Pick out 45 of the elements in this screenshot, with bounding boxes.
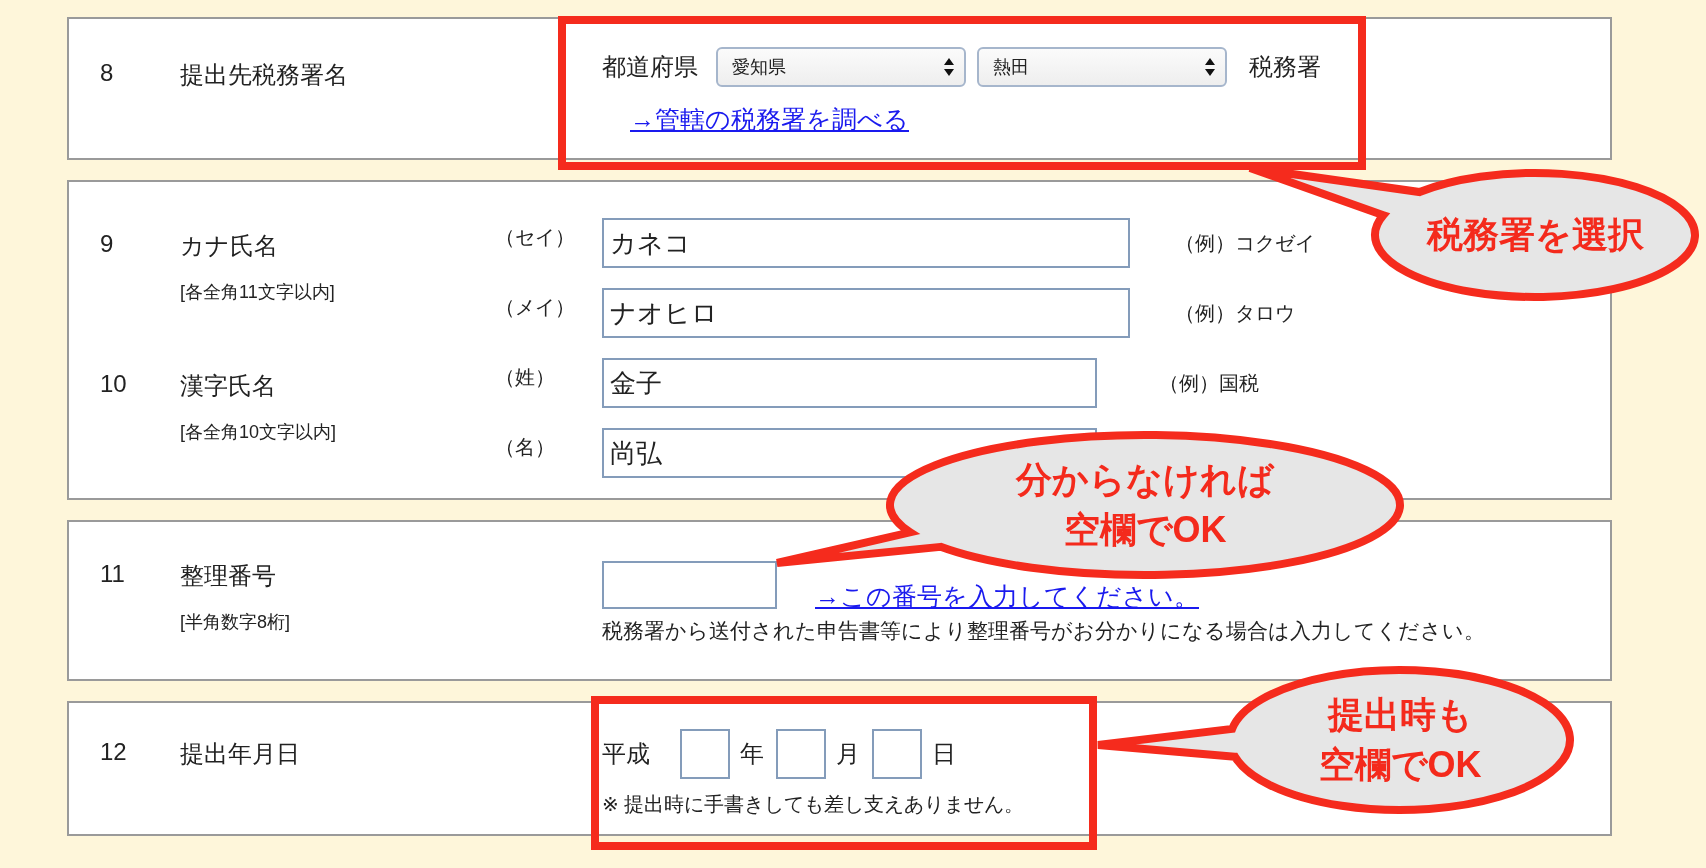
item-note: [半角数字8桁] xyxy=(180,611,290,634)
example-text: （例）国税 xyxy=(1159,370,1259,396)
date-unit-label: 日 xyxy=(932,739,956,769)
name-part-label: （名） xyxy=(495,435,556,460)
date-unit-label: 月 xyxy=(836,739,860,769)
office-lookup-link[interactable]: →管轄の税務署を調べる xyxy=(630,105,909,133)
example-text: （例）タロウ xyxy=(1175,300,1295,326)
name-part-label: （姓） xyxy=(495,365,556,390)
updown-arrow-icon xyxy=(1205,58,1215,76)
item-label: 提出先税務署名 xyxy=(180,60,348,90)
text-input-field[interactable]: カネコ xyxy=(602,218,1130,268)
callout-text: 税務署を選択 xyxy=(1426,213,1644,257)
name-part-label: （セイ） xyxy=(495,225,576,250)
tax-office-select[interactable]: 熱田 xyxy=(977,47,1227,87)
item-number: 10 xyxy=(99,370,128,399)
item-label: カナ氏名 xyxy=(180,231,279,261)
item-note: [各全角11文字以内] xyxy=(180,281,335,304)
item-label: 漢字氏名 xyxy=(180,371,277,401)
callout-text: 空欄でOK xyxy=(1318,743,1482,787)
text-input-field[interactable]: 金子 xyxy=(602,358,1097,408)
help-text: 税務署から送付された申告書等により整理番号がお分かりになる場合は入力してください。 xyxy=(602,618,1485,644)
reference-number-link[interactable]: →この番号を入力してください。 xyxy=(815,580,1199,613)
item-number: 12 xyxy=(99,738,128,767)
item-number: 11 xyxy=(99,560,126,589)
item-label: 整理番号 xyxy=(180,561,277,591)
example-text: （例）コクゼイ xyxy=(1175,230,1315,256)
date-unit-label: 年 xyxy=(740,739,764,769)
item-label: 提出年月日 xyxy=(180,739,300,769)
item-note: [各全角10文字以内] xyxy=(180,421,337,444)
text-input-field[interactable]: ナオヒロ xyxy=(602,288,1130,338)
item-number: 8 xyxy=(99,59,115,88)
date-input-field[interactable] xyxy=(680,729,730,779)
date-input-field[interactable] xyxy=(776,729,826,779)
item-number: 9 xyxy=(99,230,115,259)
prefecture-select[interactable]: 愛知県 xyxy=(716,47,966,87)
reference-number-field[interactable] xyxy=(602,561,777,609)
era-label: 平成 xyxy=(602,739,650,769)
prefecture-label: 都道府県 xyxy=(602,52,698,82)
name-part-label: （メイ） xyxy=(495,295,576,320)
callout-text: 提出時も xyxy=(1327,693,1473,737)
date-note: ※ 提出時に手書きしても差し支えありません。 xyxy=(602,792,1025,817)
tax-office-suffix: 税務署 xyxy=(1249,52,1321,82)
updown-arrow-icon xyxy=(944,58,954,76)
callout-text: 空欄でOK xyxy=(1063,508,1227,552)
date-input-field[interactable] xyxy=(872,729,922,779)
